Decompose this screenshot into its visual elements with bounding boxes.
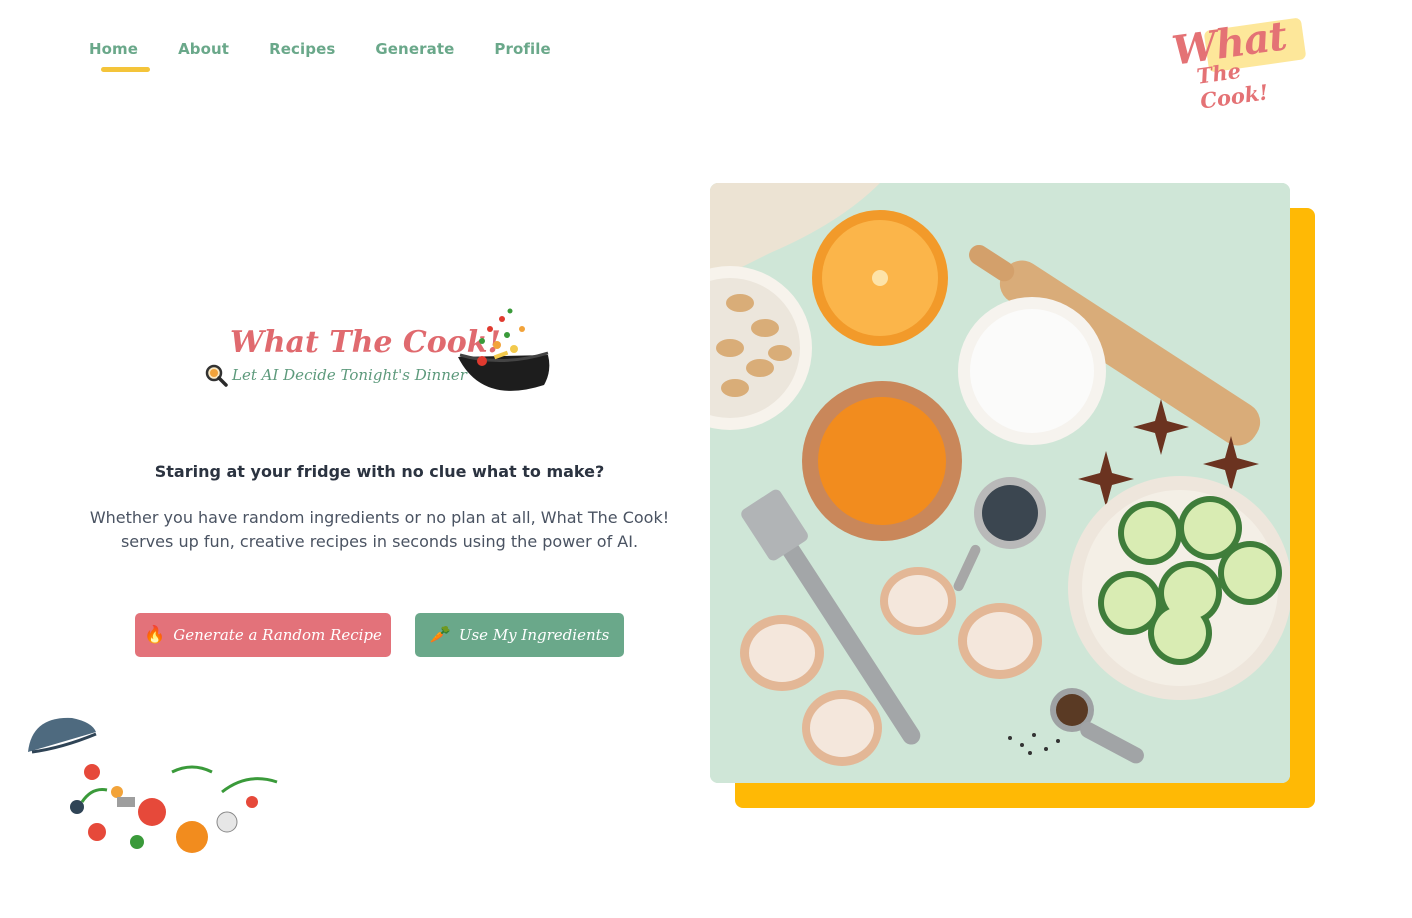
hero-heading: Staring at your fridge with no clue what…	[154, 462, 605, 481]
use-my-ingredients-label: Use My Ingredients	[458, 626, 610, 644]
hero-brand: What The Cook! Let AI Decide Tonight's D…	[200, 305, 560, 405]
generate-random-recipe-label: Generate a Random Recipe	[173, 626, 382, 644]
site-logo[interactable]: What The Cook!	[1168, 12, 1310, 114]
nav-about[interactable]: About	[178, 40, 229, 58]
main-nav: Home About Recipes Generate Profile	[89, 40, 591, 72]
carrot-icon: 🥕	[429, 625, 451, 645]
wok-icon	[458, 308, 550, 391]
hero-description: Whether you have random ingredients or n…	[89, 508, 670, 551]
fire-icon: 🔥	[144, 625, 166, 645]
nav-profile[interactable]: Profile	[494, 40, 550, 58]
nav-generate[interactable]: Generate	[375, 40, 454, 58]
magnifier-icon	[205, 364, 228, 387]
generate-random-recipe-button[interactable]: 🔥 Generate a Random Recipe	[135, 613, 391, 657]
nav-recipes[interactable]: Recipes	[269, 40, 335, 58]
nav-home[interactable]: Home	[89, 40, 151, 72]
cooking-doodle-illustration	[28, 717, 278, 853]
hero-ingredients-image	[710, 183, 1290, 783]
brand-tagline: Let AI Decide Tonight's Dinner	[232, 366, 467, 384]
use-my-ingredients-button[interactable]: 🥕 Use My Ingredients	[415, 613, 624, 657]
